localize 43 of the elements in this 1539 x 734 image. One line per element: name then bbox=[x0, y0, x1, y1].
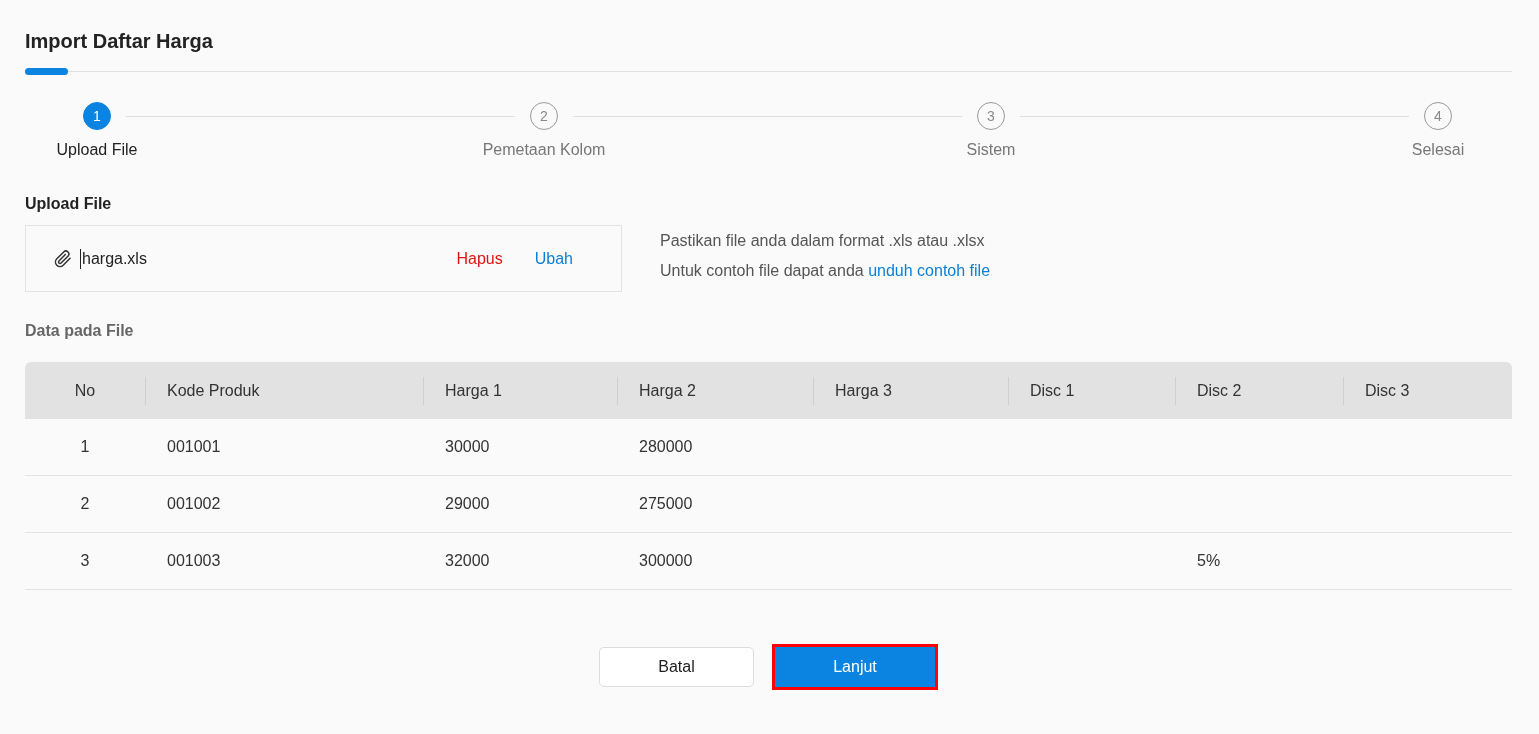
column-header: Harga 3 bbox=[813, 376, 1008, 405]
section-heading: Upload File bbox=[25, 195, 113, 213]
tab-indicator bbox=[25, 68, 68, 75]
table-cell-text: 001002 bbox=[166, 495, 222, 513]
table-cell-text: 1 bbox=[79, 438, 91, 456]
table-cell-text: 2 bbox=[79, 495, 91, 513]
column-header: No bbox=[73, 380, 97, 401]
column-header: Disc 3 bbox=[1343, 376, 1512, 405]
change-link[interactable]: Ubah bbox=[534, 249, 573, 268]
column-header: Disc 1 bbox=[1008, 376, 1175, 405]
table-cell-text: 29000 bbox=[444, 495, 491, 513]
step-number: 1 bbox=[83, 102, 111, 130]
step-number: 2 bbox=[530, 102, 558, 130]
step-number: 4 bbox=[1424, 102, 1452, 130]
sample-info: Untuk contoh file dapat anda unduh contoh file bbox=[660, 261, 991, 281]
table-cell-text: 275000 bbox=[638, 495, 694, 513]
file-upload-field[interactable]: harga.xls Hapus Ubah bbox=[25, 225, 622, 292]
table-cell-text: 5% bbox=[1196, 552, 1222, 570]
column-header: Disc 2 bbox=[1175, 376, 1343, 405]
format-info: Pastikan file anda dalam format .xls atau .xlsx bbox=[660, 231, 986, 251]
step-label: Selesai bbox=[1411, 141, 1465, 159]
next-button[interactable]: Lanjut bbox=[772, 644, 938, 690]
table-cell-text: 30000 bbox=[444, 438, 491, 456]
cancel-button[interactable]: Batal bbox=[599, 647, 754, 687]
step-label: Sistem bbox=[966, 141, 1016, 159]
column-header: Harga 2 bbox=[617, 376, 813, 405]
file-name: harga.xls bbox=[80, 248, 425, 269]
step-number: 3 bbox=[977, 102, 1005, 130]
column-header: Kode Produk bbox=[145, 376, 423, 405]
section-heading: Data pada File bbox=[25, 322, 135, 340]
remove-link[interactable]: Hapus bbox=[456, 249, 503, 268]
table-cell-text: 280000 bbox=[638, 438, 694, 456]
table-cell-text: 001003 bbox=[166, 552, 222, 570]
step-label: Upload File bbox=[56, 141, 138, 159]
step-label: Pemetaan Kolom bbox=[482, 141, 606, 159]
table-cell-text: 32000 bbox=[444, 552, 491, 570]
paperclip-icon bbox=[54, 249, 72, 268]
download-sample-link[interactable]: unduh contoh file bbox=[868, 262, 991, 279]
table-cell-text: 300000 bbox=[638, 552, 694, 570]
page-title: Import Daftar Harga bbox=[25, 30, 214, 53]
table-cell-text: 001001 bbox=[166, 438, 222, 456]
table-cell-text: 3 bbox=[79, 552, 91, 570]
column-header: Harga 1 bbox=[423, 376, 617, 405]
